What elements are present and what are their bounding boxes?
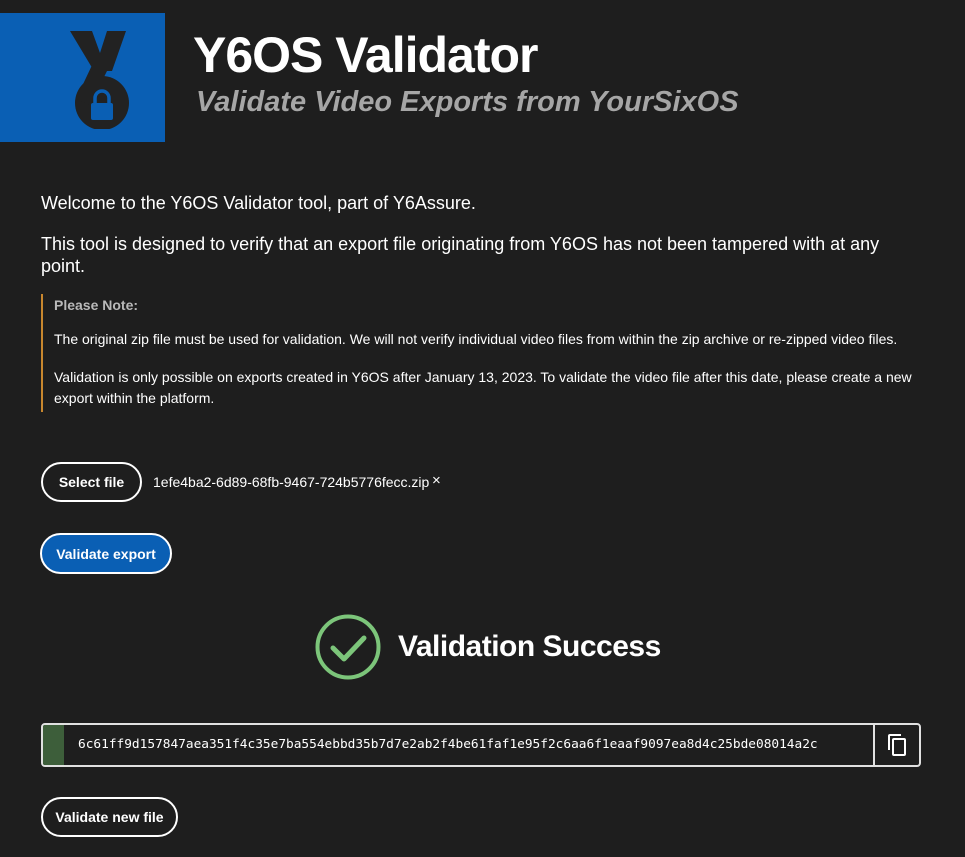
copy-icon — [888, 734, 906, 756]
hash-field[interactable]: 6c61ff9d157847aea351f4c35e7ba554ebbd35b7… — [41, 723, 921, 767]
validate-export-button[interactable]: Validate export — [40, 533, 172, 574]
welcome-text: Welcome to the Y6OS Validator tool, part… — [41, 193, 476, 213]
check-circle-icon — [315, 614, 381, 680]
app-title: Y6OS Validator — [193, 27, 538, 83]
validation-status: Validation Success — [398, 630, 661, 663]
hash-value[interactable]: 6c61ff9d157847aea351f4c35e7ba554ebbd35b7… — [78, 737, 863, 752]
hash-status-stripe — [43, 725, 64, 765]
copy-hash-button[interactable] — [873, 725, 919, 765]
remove-file-icon[interactable]: × — [432, 472, 441, 489]
logo — [0, 13, 165, 142]
select-file-button[interactable]: Select file — [41, 462, 142, 502]
y6-lock-logo-icon — [70, 31, 129, 129]
app-header: Y6OS Validator Validate Video Exports fr… — [0, 0, 965, 142]
note-title: Please Note: — [54, 297, 139, 313]
note-paragraph-date: Validation is only possible on exports c… — [54, 369, 912, 406]
description-text: This tool is designed to verify that an … — [41, 234, 880, 276]
selected-file-name: 1efe4ba2-6d89-68fb-9467-724b5776fecc.zip — [153, 474, 430, 490]
validate-new-file-button[interactable]: Validate new file — [41, 797, 178, 837]
app-subtitle: Validate Video Exports from YourSixOS — [196, 86, 739, 118]
note-callout: Please Note: The original zip file must … — [41, 294, 921, 412]
note-paragraph-zip: The original zip file must be used for v… — [54, 331, 898, 347]
validation-result: Validation Success — [315, 614, 661, 680]
